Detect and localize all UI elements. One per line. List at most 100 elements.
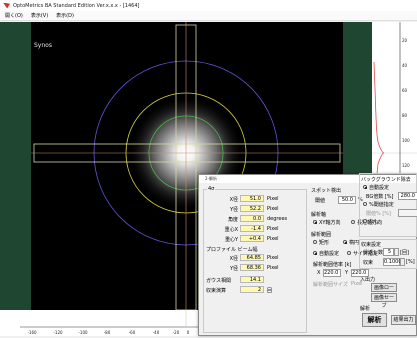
mult-x-label: X xyxy=(317,270,321,276)
menu-bar: 開く(O) 表示(V) 表示(D) xyxy=(0,11,417,21)
canvas-label: Synos xyxy=(34,42,52,49)
convergence-count-unit: 回 xyxy=(267,288,273,294)
gauss-value: 14.1 xyxy=(240,276,264,283)
convergence-group: 収束設定 繰返し数 5 [回] 収束 0.1000 [%] xyxy=(359,239,417,269)
auto-radio[interactable] xyxy=(313,251,317,255)
background-group: バックグラウンド除去 自動設定 BG倍数 [%] 280.0 %閾値指定 閾値%… xyxy=(359,173,417,237)
menu-display[interactable]: 表示(D) xyxy=(56,12,74,19)
threshold-input[interactable]: 50.0 xyxy=(338,196,356,204)
output-results-button[interactable]: 結果出力 xyxy=(391,315,416,325)
bg-none-label[interactable]: なし xyxy=(369,218,379,225)
range-ellipse-radio[interactable] xyxy=(343,240,347,244)
mult-x-input[interactable]: 220.0 xyxy=(323,269,341,277)
bottom-tick-0: -160 xyxy=(27,330,37,335)
range-ellipse-label[interactable]: 楕円 xyxy=(349,239,359,246)
conv-title: 収束設定 xyxy=(361,242,382,248)
analysis-dialog[interactable]: 2-解析 4σ X径 51.0 Pixel Y径 52.2 Pixel 角度 0… xyxy=(198,173,417,336)
size-radio[interactable] xyxy=(347,251,351,255)
menu-view[interactable]: 表示(V) xyxy=(31,12,48,19)
convergence-count-label: 収束演算 xyxy=(206,288,227,294)
profile-row-unit: Pixel xyxy=(267,265,279,271)
profile-row-label: X径 xyxy=(229,256,238,262)
window-title: OptoMetrics BA Standard Edition Ver.x.x.… xyxy=(13,2,140,9)
bottom-tick-4: -60 xyxy=(129,330,136,335)
row-value: 51.0 xyxy=(240,195,264,202)
gauss-label: ガウス相関 xyxy=(206,278,232,284)
row-unit: Pixel xyxy=(267,196,279,202)
mult-title: 解析範囲倍率 [k] xyxy=(313,262,352,268)
repeat-spinner[interactable] xyxy=(394,248,399,256)
bg-percent-radio[interactable] xyxy=(363,202,367,206)
axis-xy-radio[interactable] xyxy=(313,220,317,224)
right-tick-1: 40 xyxy=(402,63,408,68)
range-title: 解析範囲 xyxy=(311,232,332,238)
app-logo-icon xyxy=(3,2,10,9)
right-tick-2: 60 xyxy=(402,88,408,93)
image-load-button[interactable]: 画像ロード xyxy=(371,283,397,299)
analysis-title: 解析 xyxy=(360,306,371,312)
bottom-tick-7: 0 xyxy=(187,330,190,335)
right-tick-5: 120 xyxy=(402,163,410,168)
range-rect-label[interactable]: 矩形 xyxy=(319,239,329,246)
row-value: -1.4 xyxy=(240,225,264,232)
spot-detection-group: スポット検出 閾値 50.0 % 解析軸 XY軸方向 長短軸方向 解析範囲 矩形… xyxy=(311,188,382,333)
auto-label[interactable]: 自動設定 xyxy=(319,250,339,257)
row-value: 0.0 xyxy=(240,215,264,222)
profile-group-title: プロファイル ビーム幅 xyxy=(206,247,258,253)
bg-percent-value-label: 閾値% [%] xyxy=(366,211,391,217)
convergence-count-value: 2 xyxy=(240,286,264,293)
row-value: 52.2 xyxy=(240,205,264,212)
bg-title: バックグラウンド除去 xyxy=(361,177,411,183)
spot-title: スポット検出 xyxy=(311,188,342,194)
io-group: 入出力 画像ロード 画像セーブ xyxy=(359,272,417,309)
right-tick-4: 100 xyxy=(402,138,410,143)
image-save-button[interactable]: 画像セーブ xyxy=(371,293,397,309)
axis-title: 解析軸 xyxy=(311,212,327,218)
conv-spinner[interactable] xyxy=(400,258,405,266)
profile-row-unit: Pixel xyxy=(267,255,279,261)
profile-row-label: Y径 xyxy=(229,266,238,272)
mult-y-label: Y xyxy=(345,270,349,276)
row-label: Y径 xyxy=(229,207,238,213)
conv-unit: [%] xyxy=(406,259,415,265)
bg-ratio-input[interactable]: 280.0 xyxy=(398,192,417,200)
right-tick-0: 20 xyxy=(402,38,408,43)
menu-open[interactable]: 開く(O) xyxy=(5,12,23,19)
range-rect-radio[interactable] xyxy=(313,240,317,244)
row-value: +0.4 xyxy=(240,235,264,242)
bottom-tick-6: -20 xyxy=(173,330,180,335)
repeat-input[interactable]: 5 xyxy=(383,248,394,256)
right-tick-3: 80 xyxy=(402,113,408,118)
axis-xy-label[interactable]: XY軸方向 xyxy=(319,219,340,226)
bottom-tick-1: -120 xyxy=(53,330,63,335)
row-unit: Pixel xyxy=(267,236,279,242)
row-unit: Pixel xyxy=(267,226,279,232)
bg-none-radio[interactable] xyxy=(363,219,367,223)
profile-row-value: 68.36 xyxy=(240,264,264,271)
bottom-tick-2: -100 xyxy=(78,330,88,335)
io-title: 入出力 xyxy=(360,277,376,283)
row-label: 重心Y xyxy=(224,237,238,243)
run-analysis-button[interactable]: 解析 xyxy=(362,313,387,327)
bg-auto-label[interactable]: 自動設定 xyxy=(369,184,389,191)
results-group: 4σ X径 51.0 Pixel Y径 52.2 Pixel 角度 0.0 de… xyxy=(203,186,307,333)
axis-major-minor-radio[interactable] xyxy=(351,220,355,224)
window-titlebar: OptoMetrics BA Standard Edition Ver.x.x.… xyxy=(0,0,417,11)
row-label: X径 xyxy=(229,197,238,203)
bg-percent-label[interactable]: %閾値指定 xyxy=(369,201,394,208)
bg-ratio-label: BG倍数 [%] xyxy=(366,194,394,200)
results-group-title: 4σ xyxy=(207,186,216,192)
row-label: 角度 xyxy=(227,217,238,223)
bg-percent-input[interactable] xyxy=(398,209,417,217)
threshold-label: 閾値 xyxy=(315,198,326,204)
conv-input[interactable]: 0.1000 xyxy=(383,258,402,266)
size-title: 解析範囲サイズ xyxy=(313,282,348,288)
row-unit: Pixel xyxy=(267,206,279,212)
repeat-unit: [回] xyxy=(400,250,409,256)
bg-auto-radio[interactable] xyxy=(363,185,367,189)
analysis-group: 解析 解析 結果出力 xyxy=(359,305,417,335)
conv-label: 収束 xyxy=(363,260,374,266)
bottom-tick-5: -40 xyxy=(153,330,160,335)
profile-row-value: 64.85 xyxy=(240,254,264,261)
row-unit: degrees xyxy=(267,216,288,222)
